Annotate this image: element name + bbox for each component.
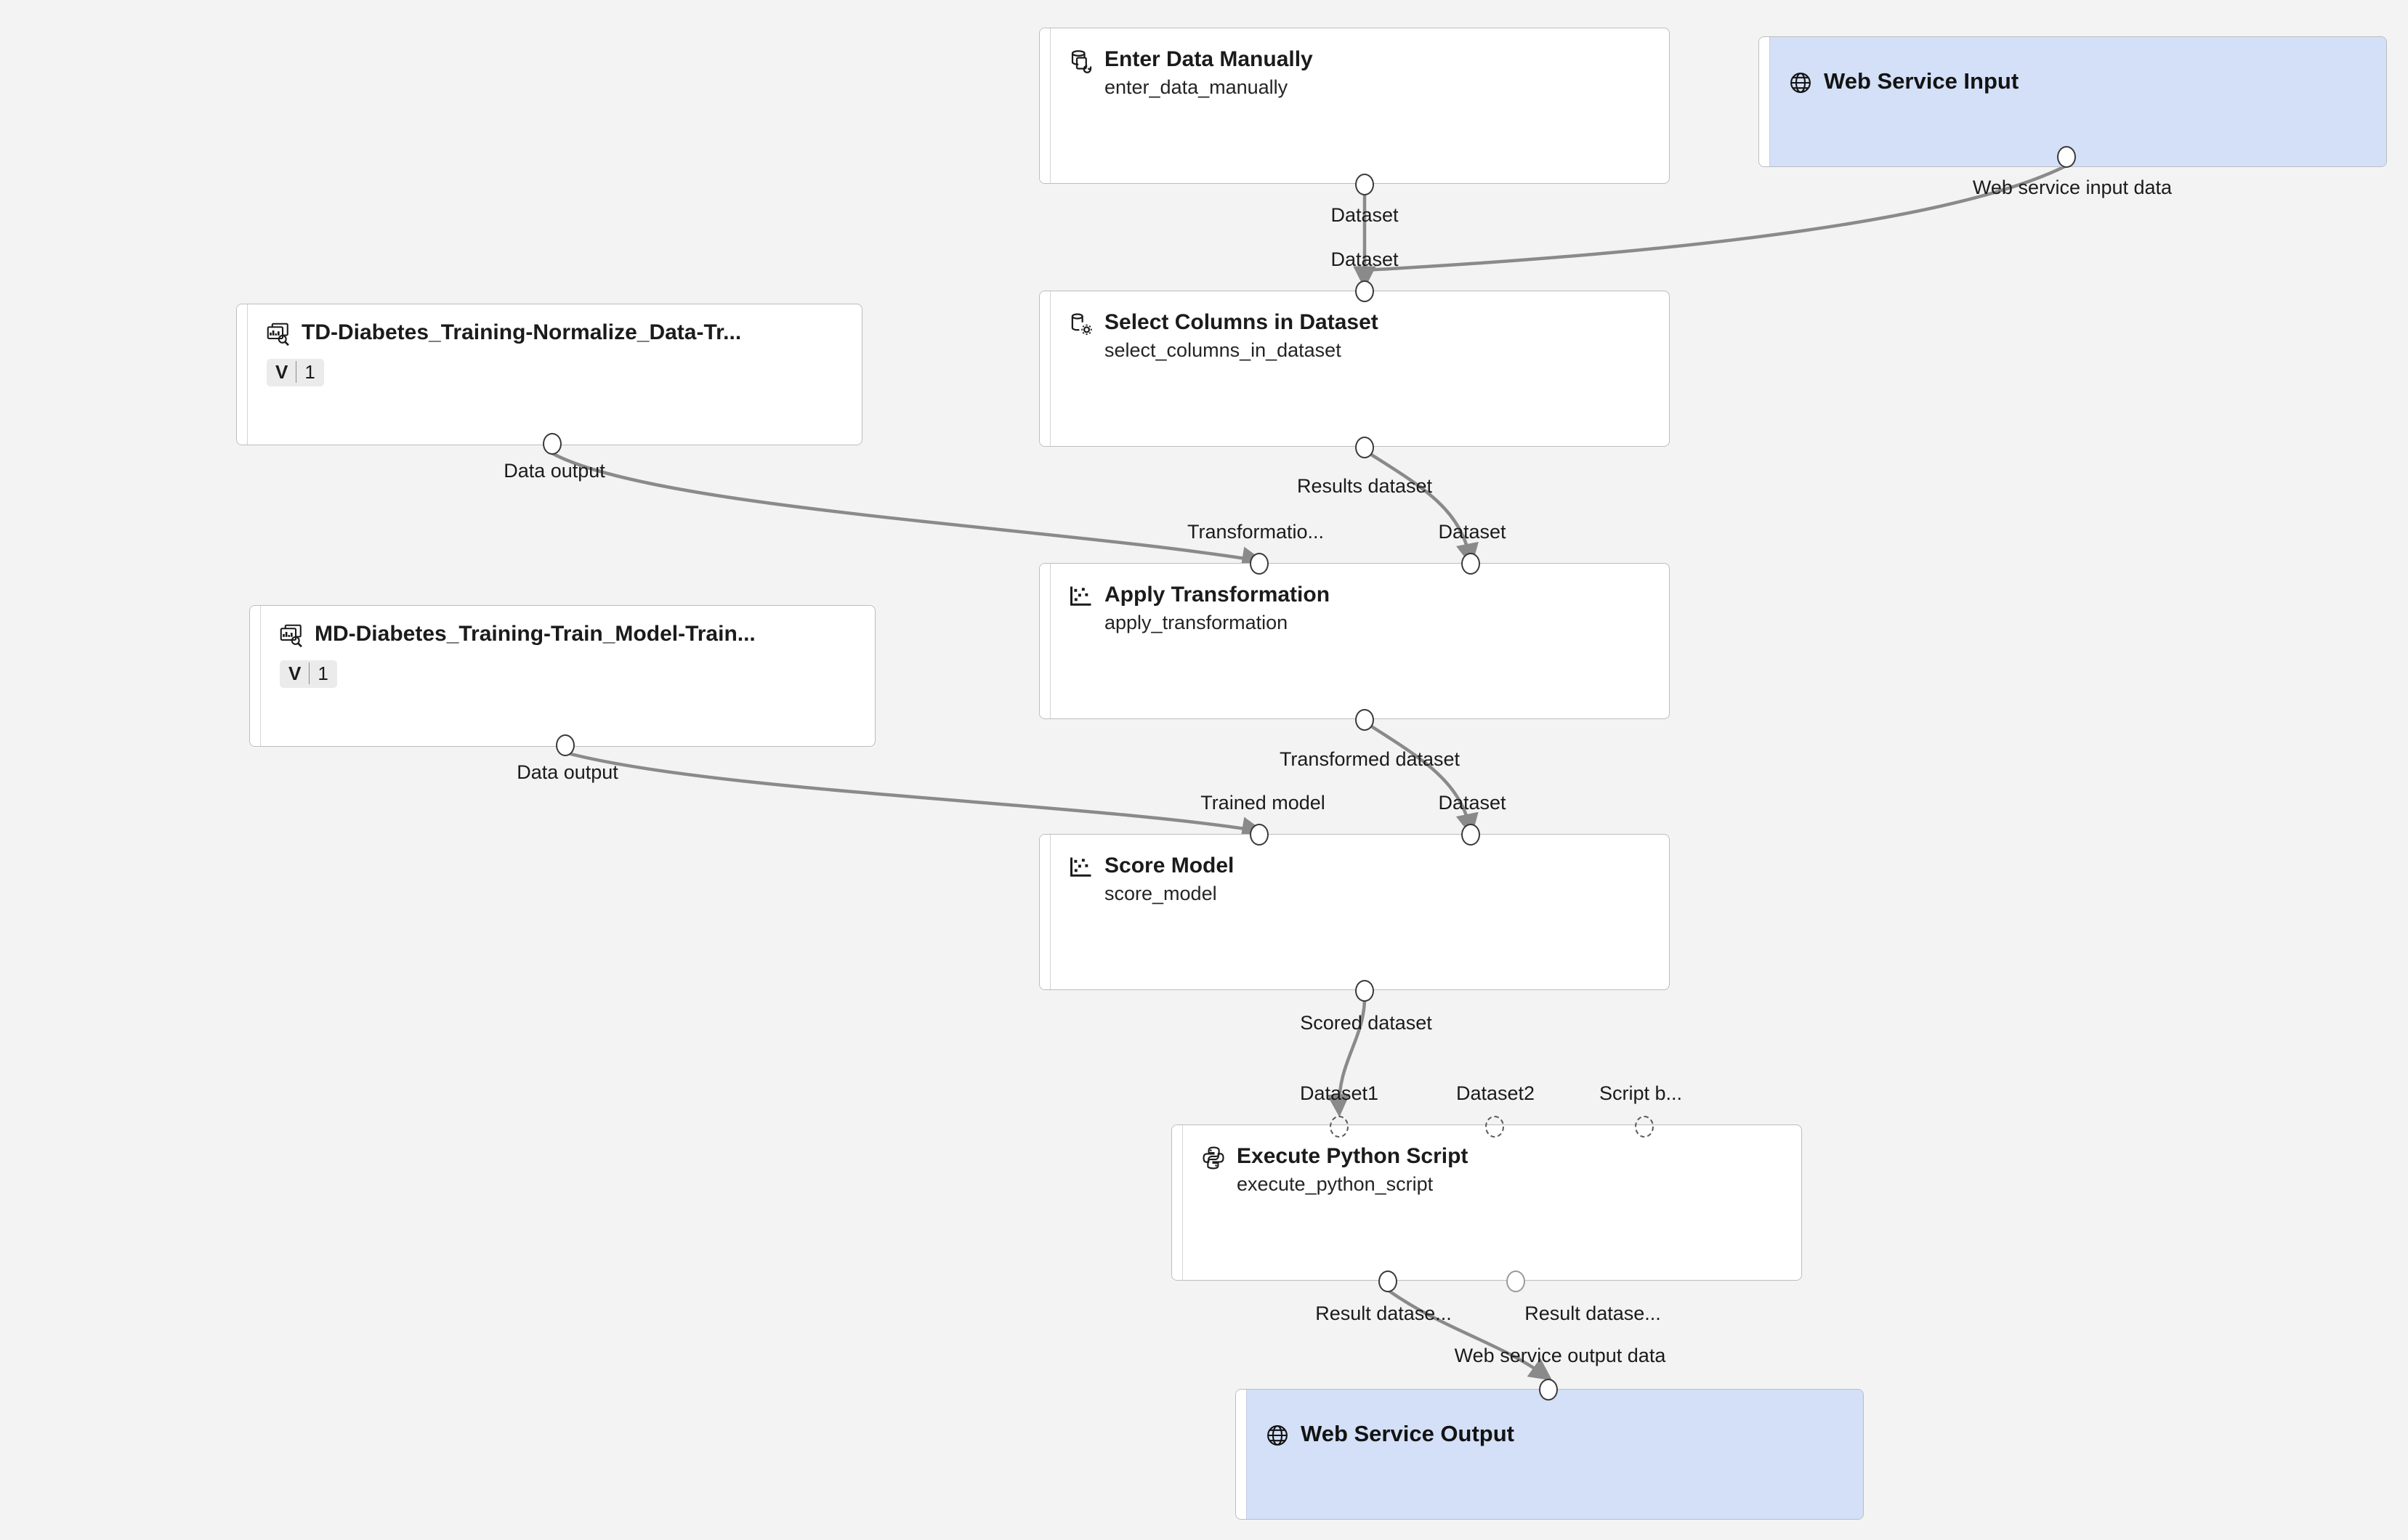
node-accent-strip — [1236, 1390, 1247, 1519]
enter-data-manually-icon — [1071, 50, 1092, 73]
port-label-enter-data-output: Dataset — [1330, 204, 1399, 226]
edge-selectcolumns-to-applytransformation — [1362, 448, 1479, 567]
port-enter-data-manually-output[interactable] — [1355, 174, 1374, 195]
edge-layer — [550, 163, 2069, 1381]
node-web-service-input[interactable]: Web Service Input — [1758, 36, 2387, 167]
port-label-python-output-2: Result datase... — [1524, 1302, 1661, 1324]
node-title: Select Columns in Dataset — [1104, 310, 1378, 334]
node-enter-data-manually[interactable]: Enter Data Manually enter_data_manually — [1039, 28, 1670, 184]
port-score-model-input-trained-model[interactable] — [1250, 824, 1269, 846]
node-title: Web Service Input — [1824, 69, 2019, 94]
port-apply-transformation-input-dataset[interactable] — [1461, 553, 1480, 575]
port-label-python-output-1: Result datase... — [1315, 1302, 1452, 1324]
port-label-python-input-1: Dataset1 — [1299, 1082, 1379, 1104]
node-accent-strip — [1040, 835, 1051, 989]
node-accent-strip — [1172, 1125, 1183, 1280]
port-label-score-model-input-2: Dataset — [1438, 792, 1506, 814]
pipeline-canvas[interactable]: Enter Data Manually enter_data_manually … — [0, 0, 2408, 1540]
version-label: V — [288, 662, 302, 684]
port-label-apply-transformation-input-2: Dataset — [1438, 521, 1506, 543]
port-label-web-service-input-output: Web service input data — [1972, 177, 2173, 198]
node-accent-strip — [1040, 564, 1051, 718]
port-select-columns-output[interactable] — [1355, 437, 1374, 458]
port-label-python-input-3: Script b... — [1599, 1082, 1683, 1104]
port-label-select-columns-input: Dataset — [1330, 248, 1399, 270]
version-badge: V 1 — [280, 660, 337, 688]
port-td-normalize-output[interactable] — [543, 433, 562, 455]
edge-mdtrainmodel-to-scoremodel — [563, 750, 1265, 840]
node-title: MD-Diabetes_Training-Train_Model-Train..… — [315, 622, 756, 646]
port-python-input-dataset1[interactable] — [1330, 1116, 1349, 1138]
port-score-model-output[interactable] — [1355, 980, 1374, 1002]
node-title: Score Model — [1104, 854, 1235, 878]
version-divider — [309, 662, 310, 684]
node-web-service-output[interactable]: Web Service Output — [1235, 1389, 1864, 1520]
node-subtitle: score_model — [1104, 882, 1217, 904]
port-select-columns-input[interactable] — [1355, 280, 1374, 302]
node-title: Execute Python Script — [1237, 1144, 1468, 1168]
node-title: TD-Diabetes_Training-Normalize_Data-Tr..… — [302, 320, 742, 344]
globe-icon — [1267, 1425, 1288, 1446]
dataset-report-icon — [280, 624, 302, 648]
port-label-apply-transformation-input-1: Transformatio... — [1187, 521, 1325, 543]
node-td-normalize-data[interactable]: TD-Diabetes_Training-Normalize_Data-Tr..… — [236, 304, 862, 445]
node-apply-transformation[interactable]: Apply Transformation apply_transformatio… — [1039, 563, 1670, 719]
node-title: Apply Transformation — [1104, 583, 1330, 607]
scatter-plot-icon — [1070, 586, 1091, 606]
node-score-model[interactable]: Score Model score_model — [1039, 834, 1670, 990]
version-number: 1 — [304, 361, 315, 383]
port-label-score-model-input-1: Trained model — [1200, 792, 1325, 814]
port-label-md-train-model-output: Data output — [517, 761, 618, 783]
port-python-output-2[interactable] — [1506, 1270, 1525, 1292]
node-execute-python-script[interactable]: Execute Python Script execute_python_scr… — [1171, 1124, 1802, 1281]
node-md-train-model[interactable]: MD-Diabetes_Training-Train_Model-Train..… — [249, 605, 876, 747]
port-score-model-input-dataset[interactable] — [1461, 824, 1480, 846]
node-subtitle: enter_data_manually — [1104, 76, 1288, 98]
version-number: 1 — [318, 662, 328, 684]
port-python-input-script-bundle[interactable] — [1635, 1116, 1654, 1138]
port-python-output-1[interactable] — [1378, 1270, 1397, 1292]
port-label-web-service-output-input: Web service output data — [1454, 1345, 1666, 1366]
port-label-python-input-2: Dataset2 — [1455, 1082, 1535, 1104]
globe-icon — [1790, 73, 1811, 93]
port-python-input-dataset2[interactable] — [1485, 1116, 1504, 1138]
version-label: V — [275, 361, 288, 383]
node-accent-strip — [1759, 37, 1770, 166]
node-accent-strip — [250, 606, 261, 746]
port-label-apply-transformation-output: Transformed dataset — [1279, 748, 1460, 770]
port-label-select-columns-output: Results dataset — [1296, 475, 1433, 497]
node-subtitle: apply_transformation — [1104, 611, 1288, 633]
edge-tdnormalize-to-applytransformation — [550, 451, 1265, 570]
node-subtitle: execute_python_script — [1237, 1172, 1434, 1195]
port-label-score-model-output: Scored dataset — [1300, 1012, 1432, 1034]
port-web-service-input-output[interactable] — [2057, 146, 2076, 168]
node-accent-strip — [1040, 291, 1051, 446]
port-md-train-model-output[interactable] — [556, 734, 575, 756]
edge-applytransformation-to-scoremodel — [1362, 720, 1479, 837]
node-title: Enter Data Manually — [1104, 47, 1313, 71]
node-accent-strip — [237, 304, 248, 445]
port-web-service-output-input[interactable] — [1539, 1379, 1558, 1401]
port-apply-transformation-output[interactable] — [1355, 709, 1374, 731]
port-apply-transformation-input-transformation[interactable] — [1250, 553, 1269, 575]
port-label-td-normalize-output: Data output — [504, 460, 605, 482]
node-subtitle: select_columns_in_dataset — [1104, 339, 1341, 361]
version-badge: V 1 — [267, 359, 324, 386]
dataset-report-icon — [267, 323, 289, 346]
node-title: Web Service Output — [1301, 1422, 1514, 1446]
node-accent-strip — [1040, 28, 1051, 183]
scatter-plot-icon — [1070, 857, 1091, 877]
python-icon — [1203, 1146, 1224, 1170]
node-select-columns-in-dataset[interactable]: Select Columns in Dataset select_columns… — [1039, 291, 1670, 447]
select-columns-icon — [1071, 313, 1092, 335]
